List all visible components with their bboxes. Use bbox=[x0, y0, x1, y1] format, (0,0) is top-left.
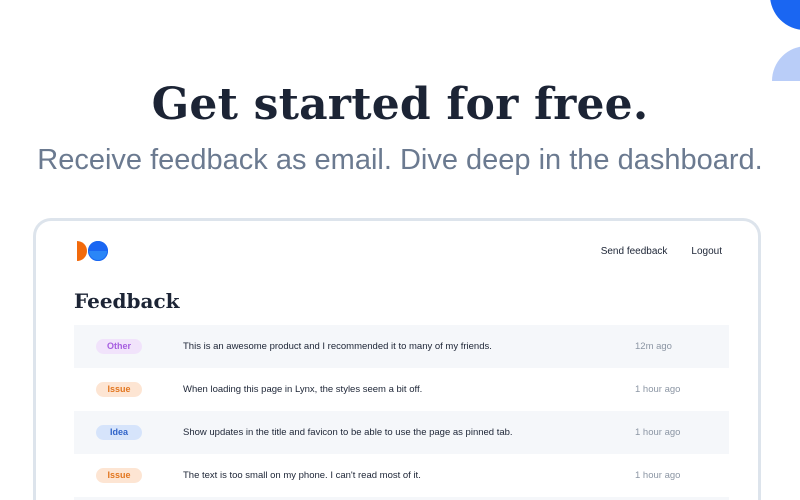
table-row[interactable]: Other This is an awesome product and I r… bbox=[74, 325, 729, 368]
decorative-circle-icon bbox=[770, 0, 800, 30]
feedback-message: The text is too small on my phone. I can… bbox=[183, 470, 421, 481]
top-nav: Send feedback Logout bbox=[601, 246, 722, 257]
send-feedback-link[interactable]: Send feedback bbox=[601, 246, 668, 257]
type-badge: Issue bbox=[96, 382, 142, 397]
landing-page: Get started for free. Receive feedback a… bbox=[0, 0, 800, 500]
type-badge: Other bbox=[96, 339, 142, 354]
table-row[interactable]: Idea Show updates in the title and favic… bbox=[74, 411, 729, 454]
section-title: Feedback bbox=[74, 289, 180, 313]
feedback-time: 1 hour ago bbox=[635, 384, 681, 395]
type-badge: Idea bbox=[96, 425, 142, 440]
feedback-message: This is an awesome product and I recomme… bbox=[183, 341, 492, 352]
feedback-time: 1 hour ago bbox=[635, 427, 681, 438]
app-preview-window: Send feedback Logout Feedback Other This… bbox=[33, 218, 761, 500]
hero-title: Get started for free. bbox=[151, 79, 649, 130]
logout-link[interactable]: Logout bbox=[691, 246, 722, 257]
table-row[interactable]: Issue The text is too small on my phone.… bbox=[74, 454, 729, 497]
brand-logo-icon[interactable] bbox=[74, 239, 110, 263]
table-row[interactable]: Issue When loading this page in Lynx, th… bbox=[74, 368, 729, 411]
feedback-time: 12m ago bbox=[635, 341, 672, 352]
feedback-message: When loading this page in Lynx, the styl… bbox=[183, 384, 423, 395]
hero-subtitle: Receive feedback as email. Dive deep in … bbox=[37, 144, 763, 176]
feedback-list: Other This is an awesome product and I r… bbox=[74, 325, 729, 500]
type-badge: Issue bbox=[96, 468, 142, 483]
feedback-message: Show updates in the title and favicon to… bbox=[183, 427, 513, 438]
feedback-time: 1 hour ago bbox=[635, 470, 681, 481]
